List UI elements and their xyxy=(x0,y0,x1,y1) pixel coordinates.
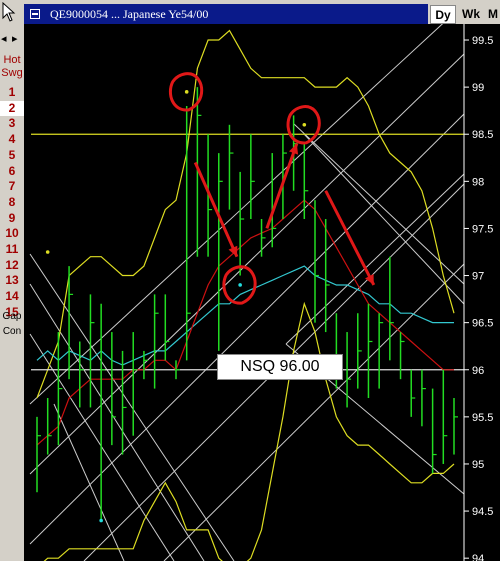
timeframe-monthly-button[interactable]: M xyxy=(486,5,500,24)
swing-item-2[interactable]: 2 xyxy=(0,100,24,116)
price-chart[interactable]: 99.5 99 98.5 98 97.5 97 96.5 96 95.5 95 94.5 94 NSQ… xyxy=(24,24,500,561)
gap-label[interactable]: Gap xyxy=(0,309,24,324)
nav-left-icon[interactable]: ◂ xyxy=(1,32,7,45)
point-marker xyxy=(302,123,307,127)
sidebar: ◂ ▸ Hot Swg 1 2 3 4 5 6 7 8 9 10 11 12 13 14 15 Gap Co… xyxy=(0,0,24,561)
swing-item-9[interactable]: 9 xyxy=(0,211,24,226)
con-label[interactable]: Con xyxy=(0,324,24,339)
annotation-arrow xyxy=(193,161,239,258)
nav-right-icon[interactable]: ▸ xyxy=(12,32,18,45)
timeframe-weekly-button[interactable]: Wk xyxy=(460,5,482,24)
swing-item-1[interactable]: 1 xyxy=(0,85,24,100)
swing-item-7[interactable]: 7 xyxy=(0,179,24,194)
price-tick-label: 95 xyxy=(472,459,484,471)
price-tick-label: 98.5 xyxy=(472,129,493,141)
price-bars xyxy=(36,87,458,521)
yellow-bands xyxy=(36,29,455,561)
gann-line xyxy=(29,283,205,561)
cyan-average-line xyxy=(36,265,454,366)
point-marker xyxy=(238,283,242,287)
price-tick-label: 96 xyxy=(472,365,484,377)
price-tick-label: 97.5 xyxy=(472,223,493,235)
gann-line xyxy=(29,333,175,561)
price-tick-label: 98 xyxy=(472,176,484,188)
swing-item-8[interactable]: 8 xyxy=(0,195,24,210)
price-axis-background xyxy=(464,24,500,561)
price-tick-label: 96.5 xyxy=(472,318,493,330)
price-tick-label: 99.5 xyxy=(472,35,493,47)
price-tick-label: 99 xyxy=(472,82,484,94)
point-marker xyxy=(99,518,103,523)
upper-band-line xyxy=(36,29,455,399)
chart-canvas: 99.5 99 98.5 98 97.5 97 96.5 96 95.5 95 94.5 94 xyxy=(29,24,500,561)
swing-item-13[interactable]: 13 xyxy=(0,273,24,288)
horizontal-levels xyxy=(31,133,464,371)
swing-item-12[interactable]: 12 xyxy=(0,258,24,273)
swing-item-5[interactable]: 5 xyxy=(0,148,24,163)
point-marker xyxy=(45,250,50,254)
gann-lines xyxy=(29,24,465,561)
price-tick-label: 97 xyxy=(472,271,484,283)
point-marker xyxy=(184,90,189,94)
swing-item-3[interactable]: 3 xyxy=(0,116,24,131)
window-menu-icon[interactable] xyxy=(30,9,40,19)
point-markers xyxy=(45,90,307,523)
price-tick-label: 94.5 xyxy=(472,506,493,518)
annotation-arrow xyxy=(265,143,299,229)
price-axis: 99.5 99 98.5 98 97.5 97 96.5 96 95.5 95 94.5 94 xyxy=(463,24,500,561)
swg-label: Swg xyxy=(1,67,23,79)
price-tick-label: 94 xyxy=(472,553,484,561)
gann-line xyxy=(303,133,465,305)
gann-line xyxy=(293,123,465,285)
gann-line xyxy=(29,24,444,405)
swing-item-10[interactable]: 10 xyxy=(0,226,24,241)
nsq-label[interactable]: NSQ 96.00 xyxy=(217,354,343,380)
gann-line xyxy=(163,263,465,561)
swing-item-4[interactable]: 4 xyxy=(0,132,24,147)
swing-item-6[interactable]: 6 xyxy=(0,164,24,179)
price-tick-label: 95.5 xyxy=(472,412,493,424)
timeframe-daily-button[interactable]: Dy xyxy=(430,5,456,24)
gann-line xyxy=(29,53,465,475)
window-title: QE9000054 ... Japanese Ye54/00 xyxy=(50,7,209,21)
cursor-icon[interactable] xyxy=(2,2,16,22)
gann-line xyxy=(29,253,235,561)
title-bar[interactable]: QE9000054 ... Japanese Ye54/00 xyxy=(24,4,428,24)
swing-item-14[interactable]: 14 xyxy=(0,289,24,304)
swing-item-11[interactable]: 11 xyxy=(0,242,24,257)
